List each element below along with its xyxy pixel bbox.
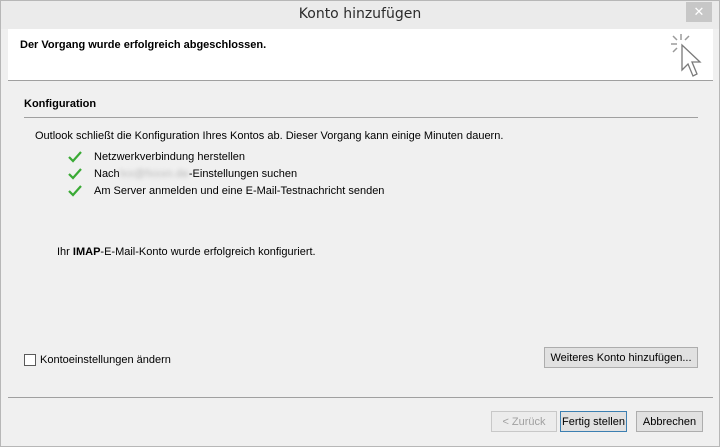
footer-divider (8, 397, 713, 398)
close-button[interactable]: ✕ (686, 2, 712, 22)
success-message: Ihr IMAP-E-Mail-Konto wurde erfolgreich … (57, 246, 316, 258)
success-prefix: Ihr (57, 246, 73, 258)
step-item: Netzwerkverbindung herstellen (68, 149, 245, 165)
step-label: Am Server anmelden und eine E-Mail-Testn… (94, 185, 385, 197)
success-suffix: -E-Mail-Konto wurde erfolgreich konfigur… (100, 246, 316, 258)
header-panel: Der Vorgang wurde erfolgreich abgeschlos… (8, 29, 713, 81)
change-settings-checkbox[interactable] (24, 354, 36, 366)
back-button[interactable]: < Zurück (491, 411, 557, 432)
step-item: Am Server anmelden und eine E-Mail-Testn… (68, 183, 384, 199)
section-divider (24, 117, 698, 118)
finish-button[interactable]: Fertig stellen (560, 411, 627, 432)
step-item: Nach lxx@fxxxn.de -Einstellungen suchen (68, 166, 297, 182)
wizard-cursor-icon (671, 34, 702, 77)
checkmark-icon (68, 185, 82, 197)
step-label: Netzwerkverbindung herstellen (94, 151, 246, 163)
add-another-account-button[interactable]: Weiteres Konto hinzufügen... (544, 347, 698, 368)
protocol-label: IMAP (72, 246, 101, 258)
add-account-dialog: Konto hinzufügen ✕ Der Vorgang wurde erf… (0, 0, 720, 447)
cancel-button[interactable]: Abbrechen (636, 411, 703, 432)
step-label-suffix: -Einstellungen suchen (188, 168, 298, 180)
change-settings-option[interactable]: Kontoeinstellungen ändern (24, 354, 171, 366)
title-bar[interactable]: Konto hinzufügen ✕ (1, 1, 719, 29)
step-label-prefix: Nach (94, 168, 120, 180)
section-title: Konfiguration (24, 98, 97, 110)
completion-message: Der Vorgang wurde erfolgreich abgeschlos… (20, 39, 267, 51)
blurred-email: lxx@fxxxn.de (119, 168, 189, 180)
change-settings-label[interactable]: Kontoeinstellungen ändern (40, 354, 171, 366)
window-title: Konto hinzufügen (298, 6, 422, 22)
checkmark-icon (68, 151, 82, 163)
section-description: Outlook schließt die Konfiguration Ihres… (35, 130, 504, 142)
checkmark-icon (68, 168, 82, 180)
